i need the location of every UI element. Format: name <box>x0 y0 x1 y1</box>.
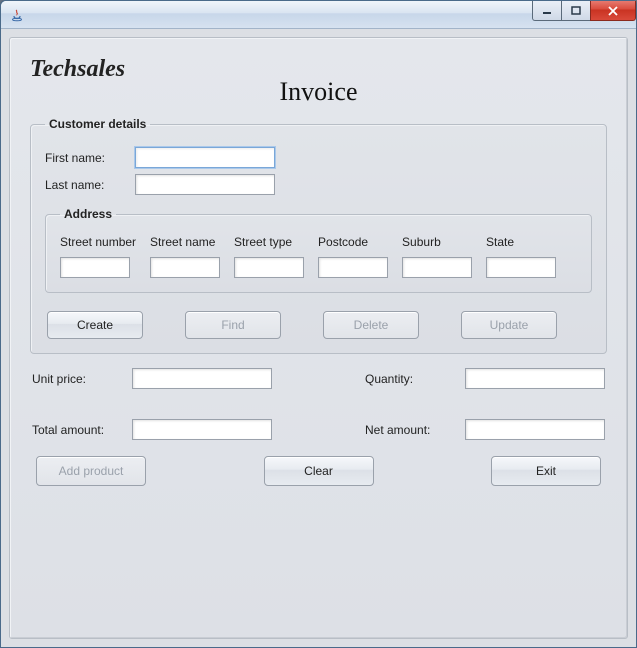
first-name-input[interactable] <box>135 147 275 168</box>
total-amount-label: Total amount: <box>32 423 132 437</box>
street-type-input[interactable] <box>234 257 304 278</box>
last-name-label: Last name: <box>45 178 135 192</box>
state-label: State <box>486 235 556 249</box>
street-number-label: Street number <box>60 235 136 249</box>
first-name-label: First name: <box>45 151 135 165</box>
state-input[interactable] <box>486 257 556 278</box>
postcode-label: Postcode <box>318 235 388 249</box>
java-icon <box>9 7 25 23</box>
delete-button[interactable]: Delete <box>323 311 419 339</box>
suburb-input[interactable] <box>402 257 472 278</box>
unit-price-input[interactable] <box>132 368 272 389</box>
unit-price-label: Unit price: <box>32 372 132 386</box>
customer-details-legend: Customer details <box>45 117 150 131</box>
quantity-input[interactable] <box>465 368 605 389</box>
net-amount-label: Net amount: <box>365 423 465 437</box>
update-button[interactable]: Update <box>461 311 557 339</box>
address-group: Address Street number Street name Street… <box>45 207 592 293</box>
application-window: Techsales Invoice Customer details First… <box>0 0 637 648</box>
street-name-input[interactable] <box>150 257 220 278</box>
add-product-button[interactable]: Add product <box>36 456 146 486</box>
main-panel: Techsales Invoice Customer details First… <box>9 37 628 639</box>
address-legend: Address <box>60 207 116 221</box>
client-area: Techsales Invoice Customer details First… <box>1 29 636 647</box>
postcode-input[interactable] <box>318 257 388 278</box>
total-amount-input[interactable] <box>132 419 272 440</box>
window-controls <box>533 1 636 21</box>
maximize-button[interactable] <box>561 1 591 21</box>
minimize-button[interactable] <box>532 1 562 21</box>
quantity-label: Quantity: <box>365 372 465 386</box>
customer-details-group: Customer details First name: Last name: … <box>30 117 607 354</box>
last-name-input[interactable] <box>135 174 275 195</box>
amounts-grid: Unit price: Quantity: Total amount: Net … <box>32 368 605 440</box>
suburb-label: Suburb <box>402 235 472 249</box>
street-name-label: Street name <box>150 235 220 249</box>
exit-button[interactable]: Exit <box>491 456 601 486</box>
street-number-input[interactable] <box>60 257 130 278</box>
create-button[interactable]: Create <box>47 311 143 339</box>
street-type-label: Street type <box>234 235 304 249</box>
find-button[interactable]: Find <box>185 311 281 339</box>
net-amount-input[interactable] <box>465 419 605 440</box>
titlebar <box>1 1 636 29</box>
close-button[interactable] <box>590 1 636 21</box>
clear-button[interactable]: Clear <box>264 456 374 486</box>
